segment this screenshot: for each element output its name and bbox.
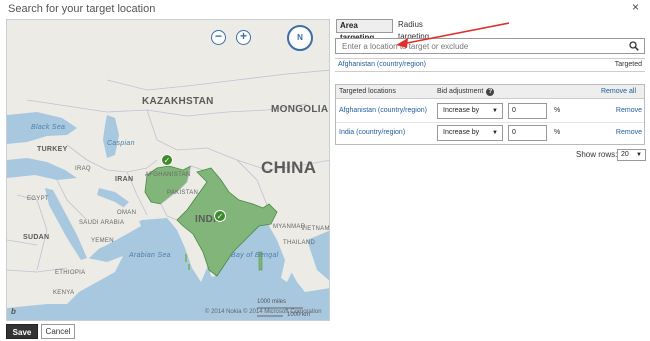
show-rows-value: 20 xyxy=(621,151,629,158)
label-iran: IRAN xyxy=(115,176,134,183)
label-saudi-arabia: SAUDI ARABIA xyxy=(79,220,125,226)
remove-link[interactable]: Remove xyxy=(616,107,642,114)
label-afghanistan: AFGHANISTAN xyxy=(145,172,191,178)
table-header: Targeted locations Bid adjustment? Remov… xyxy=(336,85,644,99)
label-kenya: KENYA xyxy=(53,290,75,296)
percent-unit: % xyxy=(554,107,561,114)
bing-logo-icon: b xyxy=(11,307,16,316)
bid-percent-input[interactable]: 0 xyxy=(508,103,547,119)
bid-adjust-select[interactable]: Increase by ▼ xyxy=(437,125,503,141)
search-result-link[interactable]: Afghanistan (country/region) xyxy=(338,61,426,68)
label-pakistan: PAKISTAN xyxy=(167,190,199,196)
show-rows-select[interactable]: 20 ▼ xyxy=(617,149,646,161)
label-thailand: THAILAND xyxy=(283,240,316,246)
compass-icon[interactable]: N xyxy=(287,25,313,51)
table-row: Afghanistan (country/region) Increase by… xyxy=(336,101,644,123)
bid-percent-input[interactable]: 0 xyxy=(508,125,547,141)
label-egypt: EGYPT xyxy=(27,196,49,202)
help-icon[interactable]: ? xyxy=(486,88,495,96)
afghanistan-check-icon: ✓ xyxy=(161,154,173,166)
label-vietnam: VIETNAM xyxy=(301,226,330,232)
show-rows-label: Show rows: xyxy=(576,150,618,159)
location-link[interactable]: Afghanistan (country/region) xyxy=(339,107,427,114)
remove-link[interactable]: Remove xyxy=(616,129,642,136)
map-view[interactable]: − + N KAZAKHSTAN MONGOLIA CHINA Black Se… xyxy=(6,19,330,321)
label-kazakhstan: KAZAKHSTAN xyxy=(142,96,214,107)
location-search-input[interactable] xyxy=(336,39,616,53)
india-check-icon: ✓ xyxy=(214,210,226,222)
tab-radius-targeting[interactable]: Radius targeting xyxy=(395,19,455,41)
tab-area-targeting[interactable]: Area targeting xyxy=(336,19,393,42)
chevron-down-icon: ▼ xyxy=(636,152,642,158)
location-link[interactable]: India (country/region) xyxy=(339,129,405,136)
label-yemen: YEMEN xyxy=(91,238,114,244)
label-iraq: IRAQ xyxy=(75,166,91,172)
zoom-in-button[interactable]: + xyxy=(236,30,251,45)
label-oman: OMAN xyxy=(117,210,137,216)
label-china: CHINA xyxy=(261,158,317,177)
col-targeted-locations: Targeted locations xyxy=(339,88,396,95)
label-turkey: TURKEY xyxy=(37,146,68,153)
search-result-row: Afghanistan (country/region) Targeted xyxy=(335,58,645,72)
label-bay-of-bengal: Bay of Bengal xyxy=(231,252,279,259)
location-targeting-dialog: Search for your target location × − + N … xyxy=(0,0,650,341)
col-bid-adjustment: Bid adjustment? xyxy=(437,88,495,96)
label-black-sea: Black Sea xyxy=(31,124,66,131)
targeted-locations-table: Targeted locations Bid adjustment? Remov… xyxy=(335,84,645,145)
zoom-out-button[interactable]: − xyxy=(211,30,226,45)
chevron-down-icon: ▼ xyxy=(492,130,498,136)
cancel-button[interactable]: Cancel xyxy=(41,324,75,339)
dialog-title: Search for your target location xyxy=(8,3,156,15)
scale-miles: 1000 miles xyxy=(257,299,287,305)
percent-unit: % xyxy=(554,129,561,136)
label-mongolia: MONGOLIA xyxy=(271,104,329,115)
bid-adjust-value: Increase by xyxy=(443,129,480,136)
chevron-down-icon: ▼ xyxy=(492,108,498,114)
search-icon[interactable] xyxy=(629,41,639,51)
remove-all-link[interactable]: Remove all xyxy=(601,88,636,95)
label-ethiopia: ETHIOPIA xyxy=(55,270,86,276)
label-sudan: SUDAN xyxy=(23,234,50,241)
close-icon[interactable]: × xyxy=(632,0,639,14)
label-arabian-sea: Arabian Sea xyxy=(129,252,171,259)
search-result-status: Targeted xyxy=(614,61,642,68)
map-copyright: © 2014 Nokia © 2014 Microsoft Corporatio… xyxy=(205,309,322,315)
location-search-box xyxy=(335,38,645,54)
save-button[interactable]: Save xyxy=(6,324,38,339)
table-row: India (country/region) Increase by ▼ 0 %… xyxy=(336,123,644,145)
label-caspian: Caspian xyxy=(107,140,135,147)
col-bid-adjustment-label: Bid adjustment xyxy=(437,88,484,95)
bid-adjust-select[interactable]: Increase by ▼ xyxy=(437,103,503,119)
bid-adjust-value: Increase by xyxy=(443,107,480,114)
